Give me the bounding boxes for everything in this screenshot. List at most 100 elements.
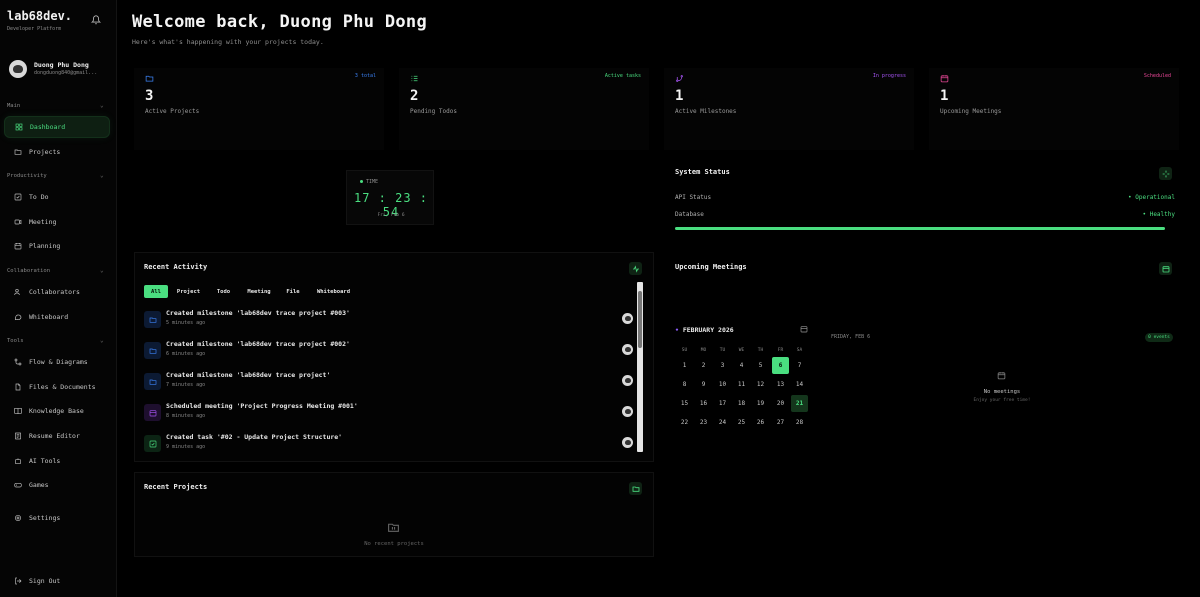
calendar-day[interactable]: 6 (772, 357, 789, 374)
pulse-icon[interactable] (629, 262, 642, 275)
chevron-down-icon[interactable]: ⌄ (100, 267, 104, 274)
chevron-down-icon[interactable]: ⌄ (100, 172, 104, 179)
filter-tab-all[interactable]: All (144, 285, 168, 298)
calendar-day[interactable]: 13 (772, 376, 789, 393)
calendar-day[interactable]: 4 (733, 357, 750, 374)
calendar-day[interactable]: 3 (714, 357, 731, 374)
calendar-day[interactable]: 19 (752, 395, 769, 412)
message-icon (13, 313, 22, 322)
sidebar-item-resume-editor[interactable]: Resume Editor (4, 425, 110, 447)
empty-meetings-title: No meetings (983, 389, 1021, 395)
list-item[interactable]: Created milestone 'lab68dev trace projec… (144, 340, 634, 362)
filter-tab-whiteboard[interactable]: Whiteboard (311, 285, 356, 298)
avatar[interactable] (622, 344, 633, 355)
calendar-day[interactable]: 14 (791, 376, 808, 393)
activity-time: 5 minutes ago (166, 320, 206, 326)
sidebar-item-todo[interactable]: To Do (4, 186, 110, 208)
sidebar-item-label: Files & Documents (29, 383, 96, 391)
list-icon (410, 74, 420, 84)
calendar-day[interactable]: 16 (695, 395, 712, 412)
avatar[interactable] (622, 437, 633, 448)
calendar-day[interactable]: 11 (733, 376, 750, 393)
signout-button[interactable]: Sign Out (4, 570, 110, 592)
stat-badge: Active tasks (604, 73, 641, 79)
weekday-label: SA (796, 348, 803, 353)
sidebar-item-label: Projects (29, 148, 61, 156)
chevron-down-icon[interactable]: ⌄ (100, 102, 104, 109)
stat-card-meetings[interactable]: Scheduled 1 Upcoming Meetings (929, 68, 1179, 150)
calendar-icon[interactable] (800, 325, 808, 333)
filter-tab-meeting[interactable]: Meeting (242, 285, 276, 298)
list-item[interactable]: Created task '#02 - Update Project Struc… (144, 433, 634, 455)
sidebar-item-files-documents[interactable]: Files & Documents (4, 376, 110, 398)
sidebar-item-whiteboard[interactable]: Whiteboard (4, 306, 110, 328)
calendar-day[interactable]: 22 (676, 414, 693, 431)
filter-tab-todo[interactable]: Todo (211, 285, 236, 298)
sidebar-item-ai-tools[interactable]: AI Tools (4, 450, 110, 472)
calendar-day[interactable]: 23 (695, 414, 712, 431)
project-icon (144, 373, 161, 390)
calendar-day[interactable]: 7 (791, 357, 808, 374)
filter-tab-file[interactable]: File (282, 285, 304, 298)
calendar-day[interactable]: 5 (752, 357, 769, 374)
avatar[interactable] (622, 313, 633, 324)
sidebar-item-settings[interactable]: Settings (4, 507, 110, 529)
scrollbar[interactable] (637, 282, 643, 452)
folder-open-icon[interactable] (629, 482, 642, 495)
list-item[interactable]: Scheduled meeting 'Project Progress Meet… (144, 402, 634, 424)
calendar-day[interactable]: 25 (733, 414, 750, 431)
calendar-day[interactable]: 21 (791, 395, 808, 412)
bell-icon[interactable] (90, 15, 102, 25)
chevron-down-icon[interactable]: ⌄ (100, 337, 104, 344)
calendar-day[interactable]: 18 (733, 395, 750, 412)
stat-card-milestones[interactable]: In progress 1 Active Milestones (664, 68, 914, 150)
calendar-day[interactable]: 1 (676, 357, 693, 374)
recent-activity-title: Recent Activity (144, 263, 208, 271)
list-item[interactable]: Created milestone 'lab68dev trace projec… (144, 371, 634, 393)
calendar-day[interactable]: 9 (695, 376, 712, 393)
sidebar-item-label: To Do (29, 193, 49, 201)
calendar-day[interactable]: 8 (676, 376, 693, 393)
sidebar-item-collaborators[interactable]: Collaborators (4, 281, 110, 303)
brand-logo[interactable]: lab68dev. (7, 9, 72, 23)
avatar[interactable] (622, 375, 633, 386)
gamepad-icon (13, 481, 22, 490)
calendar-day[interactable]: 20 (772, 395, 789, 412)
events-count-badge: 0 events (1145, 333, 1173, 342)
sidebar-item-projects[interactable]: Projects (4, 141, 110, 163)
avatar[interactable] (622, 406, 633, 417)
weekday-label: FR (777, 348, 784, 353)
calendar-day[interactable]: 2 (695, 357, 712, 374)
health-progress-bar (675, 227, 1165, 230)
list-item[interactable]: Created milestone 'lab68dev trace projec… (144, 309, 634, 331)
stat-value: 3 (145, 88, 154, 104)
calendar-day[interactable]: 17 (714, 395, 731, 412)
calendar-day[interactable]: 24 (714, 414, 731, 431)
calendar-icon[interactable] (1159, 262, 1172, 275)
stat-card-todos[interactable]: Active tasks 2 Pending Todos (399, 68, 649, 150)
sidebar-item-flow-diagrams[interactable]: Flow & Diagrams (4, 351, 110, 373)
calendar-day[interactable]: 12 (752, 376, 769, 393)
stat-badge: 3 total (354, 73, 376, 79)
sidebar-item-label: Games (29, 481, 49, 489)
clock-date: Fri, Feb 6 (377, 213, 405, 218)
sidebar-item-planning[interactable]: Planning (4, 235, 110, 257)
page-title: Welcome back, Duong Phu Dong (132, 12, 427, 32)
sidebar-item-knowledge-base[interactable]: Knowledge Base (4, 400, 110, 422)
calendar-day[interactable]: 15 (676, 395, 693, 412)
sidebar-item-games[interactable]: Games (4, 474, 110, 496)
sidebar-item-dashboard[interactable]: Dashboard (4, 116, 110, 138)
sidebar-item-meeting[interactable]: Meeting (4, 211, 110, 233)
check-square-icon (13, 193, 22, 202)
stat-card-projects[interactable]: 3 total 3 Active Projects (134, 68, 384, 150)
avatar[interactable] (9, 60, 27, 78)
calendar-day[interactable]: 27 (772, 414, 789, 431)
calendar-day[interactable]: 26 (752, 414, 769, 431)
activity-icon[interactable] (1159, 167, 1172, 180)
calendar-day[interactable]: 10 (714, 376, 731, 393)
activity-time: 9 minutes ago (166, 444, 206, 450)
scrollbar-thumb[interactable] (638, 291, 642, 348)
filter-tab-project[interactable]: Project (172, 285, 205, 298)
folder-icon (145, 74, 155, 84)
calendar-day[interactable]: 28 (791, 414, 808, 431)
